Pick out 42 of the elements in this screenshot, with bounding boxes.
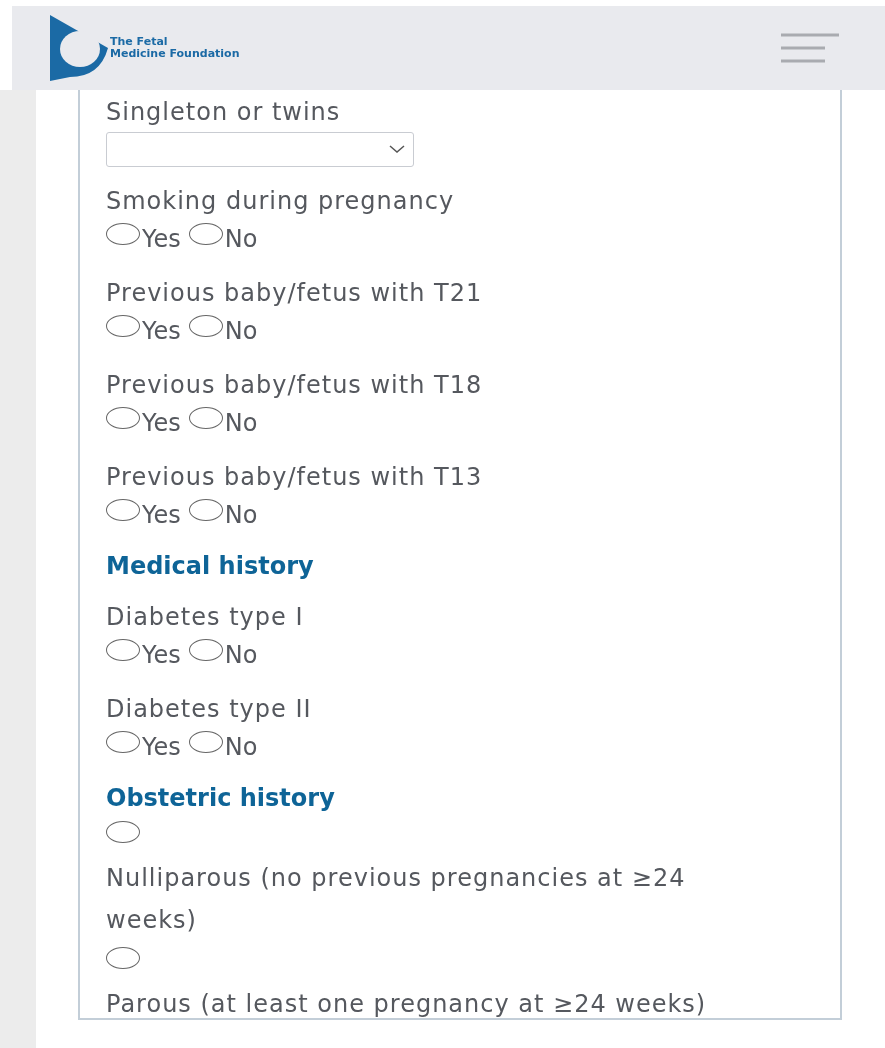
field-label: Previous baby/fetus with T21: [106, 278, 484, 309]
radio-button[interactable]: [188, 315, 223, 337]
logo-icon: [50, 15, 108, 81]
radio-button[interactable]: [188, 223, 223, 245]
radio-button[interactable]: [106, 315, 140, 337]
logo-text: The Fetal: [110, 36, 169, 48]
option-label: No: [224, 732, 258, 763]
option-label: Yes: [142, 732, 181, 763]
option-label: No: [224, 408, 258, 439]
option-label: Parous (at least one pregnancy at ≥24 weeks): [106, 989, 707, 1020]
select-field[interactable]: [106, 132, 414, 167]
option-label: Yes: [142, 640, 181, 671]
radio-button[interactable]: [106, 499, 140, 521]
option-label: Yes: [142, 224, 181, 255]
field-label: Smoking during pregnancy: [106, 186, 456, 217]
section-heading: Medical history: [106, 551, 315, 582]
option-label: No: [224, 316, 258, 347]
radio-button[interactable]: [188, 499, 223, 521]
logo-text: Medicine Foundation: [110, 48, 240, 60]
option-label: No: [224, 500, 258, 531]
option-label: Yes: [142, 316, 181, 347]
field-label: Previous baby/fetus with T13: [106, 462, 484, 493]
radio-button[interactable]: [106, 223, 140, 245]
option-label: Nulliparous (no previous pregnancies at ≥24 weeks): [106, 863, 687, 936]
radio-button[interactable]: [106, 821, 140, 843]
radio-button[interactable]: [188, 639, 223, 661]
radio-button[interactable]: [106, 947, 140, 969]
chevron-down-icon: [389, 145, 405, 154]
radio-button[interactable]: [106, 407, 140, 429]
radio-button[interactable]: [188, 407, 223, 429]
option-label: No: [224, 224, 258, 255]
radio-button[interactable]: [188, 731, 223, 753]
field-label: Diabetes type I: [106, 602, 305, 633]
field-label: Diabetes type II: [106, 694, 313, 725]
option-label: Yes: [142, 500, 181, 531]
field-label: Previous baby/fetus with T18: [106, 370, 484, 401]
field-label: Singleton or twins: [106, 97, 342, 128]
radio-button[interactable]: [106, 639, 140, 661]
option-label: No: [224, 640, 258, 671]
option-label: Yes: [142, 408, 181, 439]
radio-button[interactable]: [106, 731, 140, 753]
section-heading: Obstetric history: [106, 783, 336, 814]
